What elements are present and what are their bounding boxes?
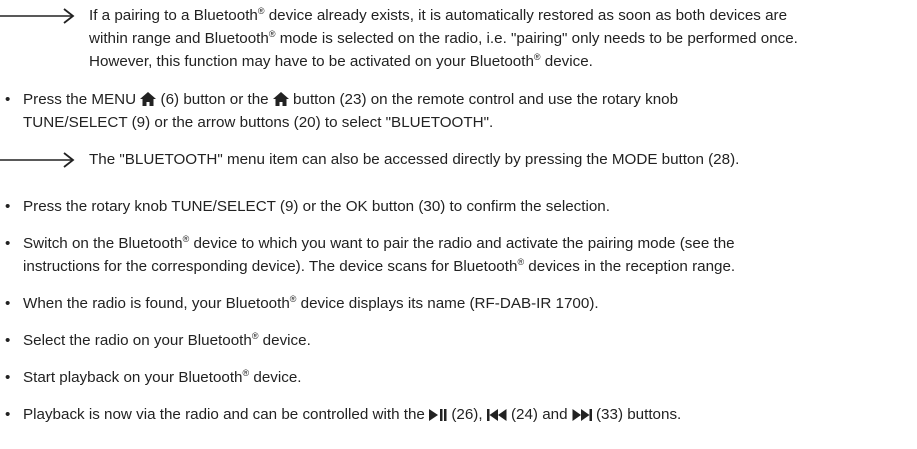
list-item-text: Press the MENU (6) button or the button …	[23, 91, 679, 131]
bullet-dot: •	[5, 406, 11, 423]
list-item: • When the radio is found, your Bluetoot…	[5, 292, 907, 315]
note-text: The "BLUETOOTH" menu item can also be ac…	[89, 151, 740, 168]
list-item: • Press the MENU (6) button or the butto…	[5, 88, 907, 134]
note-text: If a pairing to a Bluetooth® device alre…	[89, 5, 798, 70]
skip-back-icon	[486, 409, 507, 421]
arrow-right-icon	[0, 152, 75, 168]
home-icon	[140, 92, 157, 106]
list-item: • Switch on the Bluetooth® device to whi…	[5, 232, 907, 278]
bullet-dot: •	[5, 369, 11, 386]
note-block-pairing: If a pairing to a Bluetooth® device alre…	[0, 4, 907, 74]
list-item: • Press the rotary knob TUNE/SELECT (9) …	[5, 195, 907, 218]
bullet-dot: •	[5, 91, 11, 108]
bullet-dot: •	[5, 332, 11, 349]
list-item: • Playback is now via the radio and can …	[5, 403, 907, 426]
list-item-text: Switch on the Bluetooth® device to which…	[23, 233, 736, 275]
note-block-mode: The "BLUETOOTH" menu item can also be ac…	[0, 148, 907, 172]
list-item-text: Start playback on your Bluetooth® device…	[23, 367, 302, 386]
list-item: • Select the radio on your Bluetooth® de…	[5, 329, 907, 352]
list-item-text: When the radio is found, your Bluetooth®…	[23, 293, 599, 312]
list-item-text: Press the rotary knob TUNE/SELECT (9) or…	[23, 198, 610, 215]
list-item-text: Playback is now via the radio and can be…	[23, 406, 682, 423]
arrow-right-icon	[0, 8, 75, 24]
list-item-text: Select the radio on your Bluetooth® devi…	[23, 330, 311, 349]
bullet-dot: •	[5, 198, 11, 215]
bullet-dot: •	[5, 295, 11, 312]
home-icon	[272, 92, 289, 106]
skip-forward-icon	[572, 409, 592, 421]
bullet-dot: •	[5, 235, 11, 252]
play-pause-icon	[429, 409, 447, 421]
list-item: • Start playback on your Bluetooth® devi…	[5, 366, 907, 389]
